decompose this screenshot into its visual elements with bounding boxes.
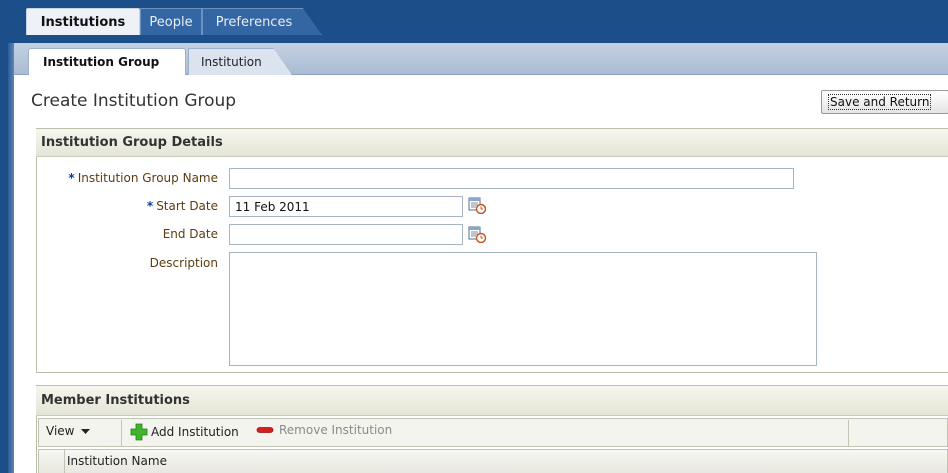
member-institutions-header: Member Institutions — [36, 386, 948, 416]
add-institution-label: Add Institution — [151, 425, 239, 439]
view-menu[interactable]: View — [46, 424, 91, 438]
chevron-down-icon — [81, 428, 91, 434]
subtab-institution-group-label: Institution Group — [43, 55, 160, 69]
toolbar-separator — [848, 420, 849, 446]
end-date-label: End Date — [162, 227, 218, 241]
left-frame-edge — [8, 43, 14, 473]
calendar-icon[interactable] — [468, 225, 486, 243]
add-institution-button[interactable]: Add Institution — [130, 423, 239, 441]
group-name-label: * Institution Group Name — [68, 171, 218, 185]
remove-icon — [256, 427, 274, 433]
group-name-label-text: Institution Group Name — [77, 171, 218, 185]
description-label: Description — [149, 256, 218, 270]
add-icon — [130, 423, 148, 441]
save-and-return-label: Save and Return — [828, 94, 932, 110]
column-header-institution-name[interactable]: Institution Name — [67, 454, 167, 468]
subtab-institution-label: Institution — [201, 55, 262, 69]
subtab-institution-group[interactable]: Institution Group — [28, 48, 186, 75]
toolbar-separator — [121, 420, 122, 446]
save-and-return-button[interactable]: Save and Return — [821, 90, 948, 114]
tab-preferences[interactable]: Preferences — [202, 8, 322, 35]
column-divider — [64, 449, 65, 473]
column-header-row: Institution Name — [38, 449, 948, 473]
tab-people-label: People — [149, 14, 193, 30]
details-panel-header: Institution Group Details — [36, 129, 948, 157]
remove-institution-button[interactable]: Remove Institution — [256, 423, 392, 437]
tab-preferences-label: Preferences — [215, 14, 293, 30]
start-date-input[interactable] — [229, 196, 463, 217]
description-textarea[interactable] — [229, 252, 817, 366]
calendar-icon[interactable] — [468, 196, 486, 214]
tab-people[interactable]: People — [140, 8, 202, 35]
tab-institutions-label: Institutions — [40, 14, 126, 30]
required-marker: * — [68, 171, 75, 185]
end-date-input[interactable] — [229, 224, 463, 245]
required-marker: * — [146, 199, 154, 213]
page-title: Create Institution Group — [31, 91, 237, 111]
tab-institutions[interactable]: Institutions — [26, 8, 140, 35]
remove-institution-label: Remove Institution — [279, 423, 393, 437]
group-name-input[interactable] — [229, 168, 794, 189]
start-date-label: * Start Date — [147, 199, 218, 213]
view-menu-label: View — [46, 424, 75, 438]
start-date-label-text: Start Date — [156, 199, 218, 213]
